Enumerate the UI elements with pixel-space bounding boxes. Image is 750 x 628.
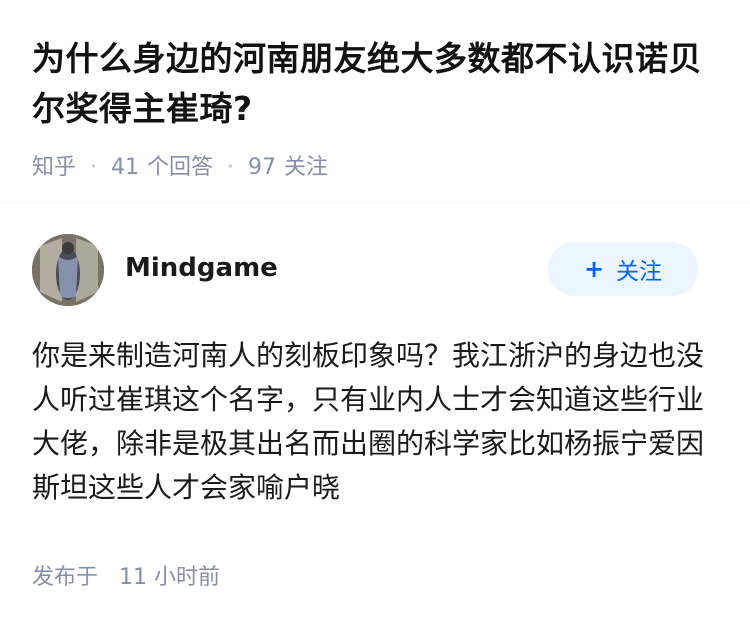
avatar[interactable]: [32, 234, 104, 306]
plus-icon: +: [583, 255, 605, 283]
follow-count-label: 关注: [284, 155, 329, 180]
avatar-photo: [32, 234, 104, 306]
follow-button-label: 关注: [616, 259, 663, 285]
section-divider: [0, 202, 750, 203]
publish-time-value: 11 小时前: [119, 565, 221, 590]
meta-separator: ·: [90, 155, 98, 180]
publish-time: 发布于 11 小时前: [32, 562, 220, 594]
answer-content[interactable]: 你是来制造河南人的刻板印象吗？我江浙沪的身边也没人听过崔琪这个名字，只有业内人士…: [32, 334, 712, 510]
answer-count-label: 个回答: [147, 155, 214, 180]
question-header: 为什么身边的河南朋友绝大多数都不认识诺贝尔奖得主崔琦? 知乎 · 41 个回答 …: [32, 34, 722, 184]
follow-count: 97: [248, 155, 277, 180]
publish-label: 发布于: [32, 565, 99, 590]
answer-count: 41: [111, 155, 140, 180]
author-name[interactable]: Mindgame: [125, 250, 278, 286]
question-title[interactable]: 为什么身边的河南朋友绝大多数都不认识诺贝尔奖得主崔琦?: [32, 34, 722, 134]
question-meta: 知乎 · 41 个回答 · 97 关注: [32, 152, 722, 184]
answer-author-row: Mindgame + 关注: [32, 234, 698, 306]
meta-separator: ·: [227, 155, 235, 180]
source-label[interactable]: 知乎: [32, 152, 76, 184]
follow-author-button[interactable]: + 关注: [548, 242, 698, 296]
